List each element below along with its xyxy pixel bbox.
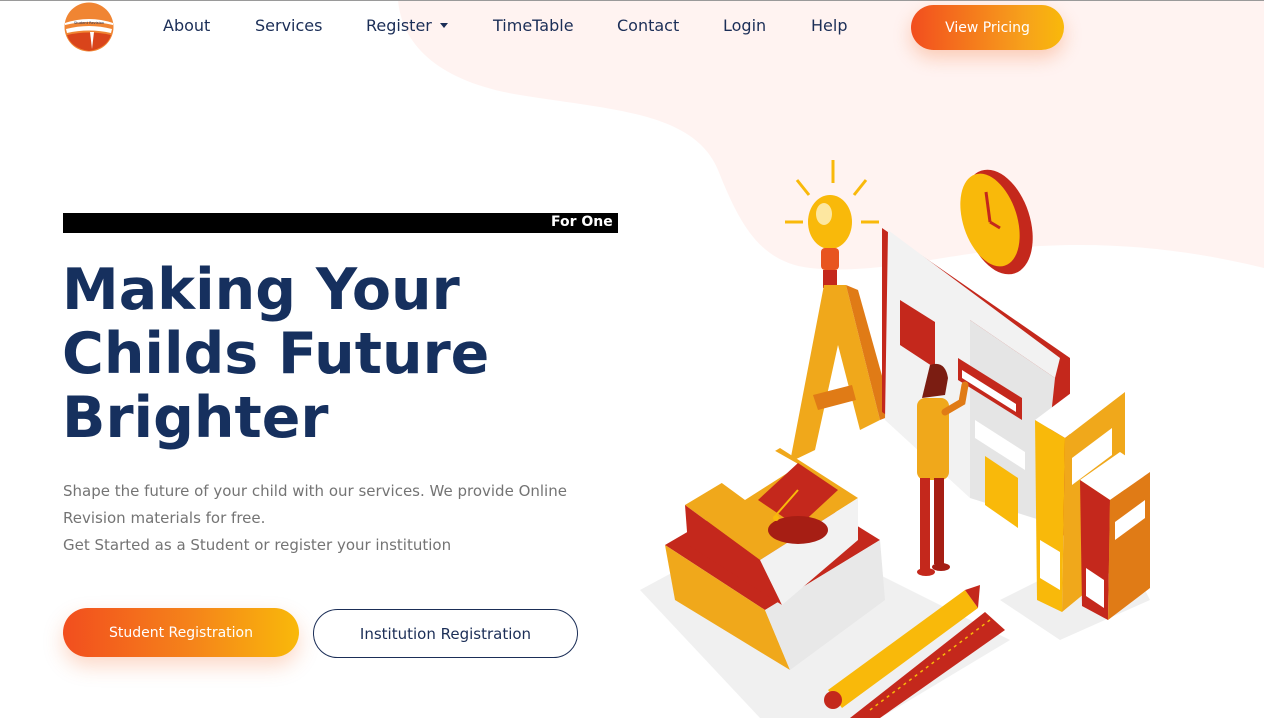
hero-desc-line: Revision materials for free. bbox=[63, 509, 266, 527]
student-registration-button[interactable]: Student Registration bbox=[63, 608, 299, 657]
nav-about[interactable]: About bbox=[163, 16, 210, 35]
nav-register-label: Register bbox=[366, 16, 432, 35]
view-pricing-button[interactable]: View Pricing bbox=[911, 5, 1064, 50]
logo[interactable]: Student Revision bbox=[63, 2, 115, 52]
hero-desc-line: Get Started as a Student or register you… bbox=[63, 536, 452, 554]
hero-title-line: Making Your bbox=[62, 257, 460, 323]
nav-register-dropdown[interactable]: Register bbox=[366, 16, 448, 35]
hero-title-line: Childs Future bbox=[62, 321, 490, 387]
hero-desc-line: Shape the future of your child with our … bbox=[63, 482, 567, 500]
letter-a-shape bbox=[790, 285, 893, 462]
nav-services[interactable]: Services bbox=[255, 16, 322, 35]
clock-icon bbox=[960, 169, 1033, 275]
hero-description: Shape the future of your child with our … bbox=[63, 478, 603, 559]
education-illustration bbox=[640, 160, 1150, 718]
nav-help[interactable]: Help bbox=[811, 16, 847, 35]
ticker-text: For One bbox=[551, 214, 613, 230]
news-ticker: For One bbox=[63, 213, 618, 233]
caret-down-icon bbox=[439, 23, 448, 28]
hero-title: Making Your Childs Future Brighter bbox=[62, 258, 622, 450]
nav-login[interactable]: Login bbox=[723, 16, 766, 35]
navbar: Student Revision About Services Register… bbox=[0, 0, 1264, 56]
logo-text: Student Revision bbox=[74, 21, 104, 25]
nav-contact[interactable]: Contact bbox=[617, 16, 679, 35]
nav-timetable[interactable]: TimeTable bbox=[493, 16, 574, 35]
lightbulb-icon bbox=[785, 160, 879, 288]
binders bbox=[1035, 375, 1150, 620]
institution-registration-button[interactable]: Institution Registration bbox=[313, 609, 578, 658]
hero-title-line: Brighter bbox=[62, 385, 329, 451]
